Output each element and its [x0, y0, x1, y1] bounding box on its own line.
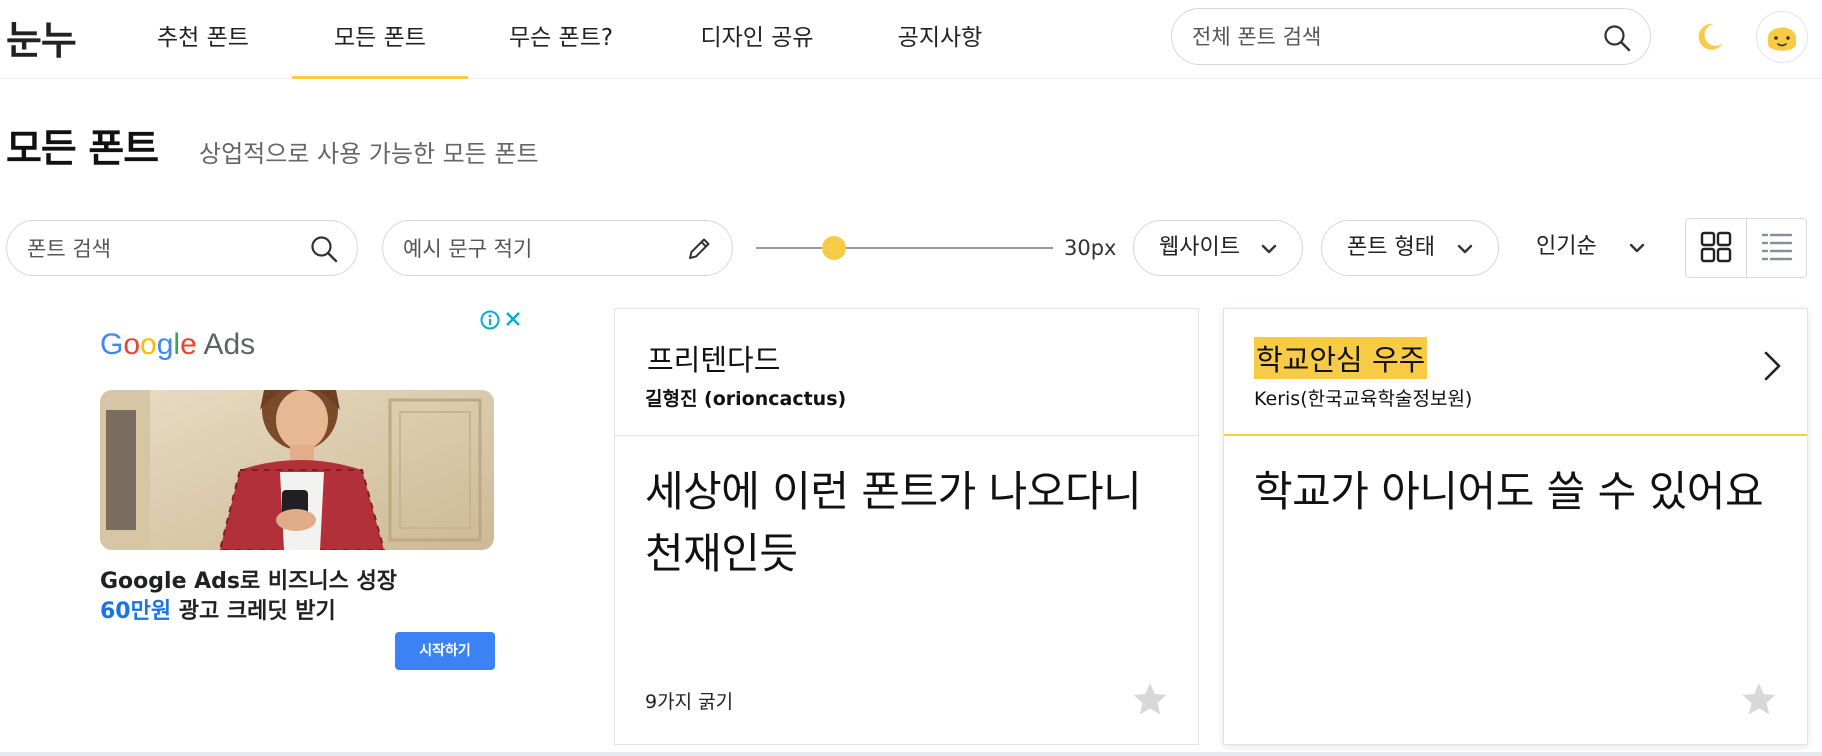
- grid-view-icon: [1700, 231, 1732, 263]
- pencil-icon: [689, 238, 710, 259]
- website-dropdown[interactable]: 웹사이트: [1133, 220, 1303, 276]
- view-mode-toggle: [1685, 218, 1807, 278]
- font-name[interactable]: 프리텐다드: [645, 337, 782, 379]
- advertisement[interactable]: Google Ads Google Ads로 비즈니스 성장 60만원 광고 크…: [96, 308, 526, 678]
- font-type-dropdown-label: 폰트 형태: [1347, 235, 1435, 260]
- star-icon[interactable]: [1741, 681, 1777, 717]
- website-dropdown-label: 웹사이트: [1159, 235, 1240, 260]
- ad-photo: [100, 390, 494, 550]
- font-sample-text: 세상에 이런 폰트가 나오다니 천재인듯: [645, 467, 1142, 578]
- list-view-icon: [1761, 233, 1793, 261]
- avatar[interactable]: [1756, 11, 1808, 63]
- page-subtitle: 상업적으로 사용 가능한 모든 폰트: [199, 140, 539, 168]
- moon-icon[interactable]: [1693, 20, 1727, 54]
- page-bottom-edge: [0, 752, 1822, 756]
- slider-thumb[interactable]: [822, 236, 846, 260]
- sample-text-field: [382, 220, 733, 276]
- ad-brand-logo: Google Ads: [100, 328, 256, 361]
- global-search-input[interactable]: [1190, 19, 1570, 55]
- sort-dropdown-label: 인기순: [1536, 234, 1597, 259]
- font-card-header: 학교안심 우주 Keris(한국교육학술정보원): [1224, 309, 1807, 436]
- chevron-down-icon: [1261, 244, 1277, 254]
- font-card[interactable]: 프리텐다드 길형진 (orioncactus) 세상에 이런 폰트가 나오다니 …: [614, 308, 1199, 745]
- site-logo[interactable]: 눈누: [6, 10, 77, 66]
- slider-track: [756, 247, 1053, 249]
- sample-text-input[interactable]: [401, 231, 671, 267]
- info-icon[interactable]: [479, 309, 501, 331]
- font-search: [6, 220, 358, 276]
- font-sample-text: 학교가 아니어도 쓸 수 있어요: [1254, 467, 1764, 516]
- top-navigation: 눈누 추천 폰트 모든 폰트 무슨 폰트? 디자인 공유 공지사항: [0, 0, 1822, 79]
- star-icon[interactable]: [1132, 681, 1168, 717]
- font-search-input[interactable]: [25, 231, 295, 267]
- global-search: [1171, 8, 1651, 65]
- tab-what-font[interactable]: 무슨 폰트?: [502, 0, 620, 79]
- list-view-button[interactable]: [1747, 219, 1807, 277]
- search-icon[interactable]: [1602, 23, 1632, 53]
- close-icon[interactable]: [502, 308, 524, 330]
- tab-notices[interactable]: 공지사항: [890, 0, 990, 79]
- page-title: 모든 폰트: [6, 127, 159, 172]
- ad-cta-button[interactable]: 시작하기: [395, 632, 495, 670]
- chevron-down-icon: [1629, 243, 1645, 253]
- font-card-header: 프리텐다드 길형진 (orioncactus): [615, 309, 1198, 436]
- avatar-face-icon: [1763, 27, 1801, 51]
- font-author: 길형진 (orioncactus): [645, 388, 847, 410]
- grid-view-button[interactable]: [1686, 219, 1746, 277]
- font-type-dropdown[interactable]: 폰트 형태: [1321, 220, 1499, 276]
- tab-all-fonts[interactable]: 모든 폰트: [292, 0, 468, 79]
- font-weight-count: 9가지 굵기: [645, 691, 734, 713]
- font-card[interactable]: 학교안심 우주 Keris(한국교육학술정보원) 학교가 아니어도 쓸 수 있어…: [1223, 308, 1808, 745]
- font-name[interactable]: 학교안심 우주: [1254, 337, 1428, 379]
- font-author: Keris(한국교육학술정보원): [1254, 388, 1473, 410]
- sort-dropdown[interactable]: 인기순: [1520, 220, 1660, 276]
- ad-subheadline: 60만원 광고 크레딧 받기: [100, 599, 336, 624]
- ad-headline: Google Ads로 비즈니스 성장: [100, 569, 398, 594]
- font-size-value: 30px: [1064, 236, 1117, 260]
- font-size-slider[interactable]: [756, 236, 1053, 260]
- chevron-down-icon: [1457, 244, 1473, 254]
- tab-recommended-fonts[interactable]: 추천 폰트: [147, 0, 259, 79]
- search-icon[interactable]: [309, 234, 339, 264]
- tab-design-share[interactable]: 디자인 공유: [690, 0, 824, 79]
- chevron-right-icon[interactable]: [1759, 349, 1785, 383]
